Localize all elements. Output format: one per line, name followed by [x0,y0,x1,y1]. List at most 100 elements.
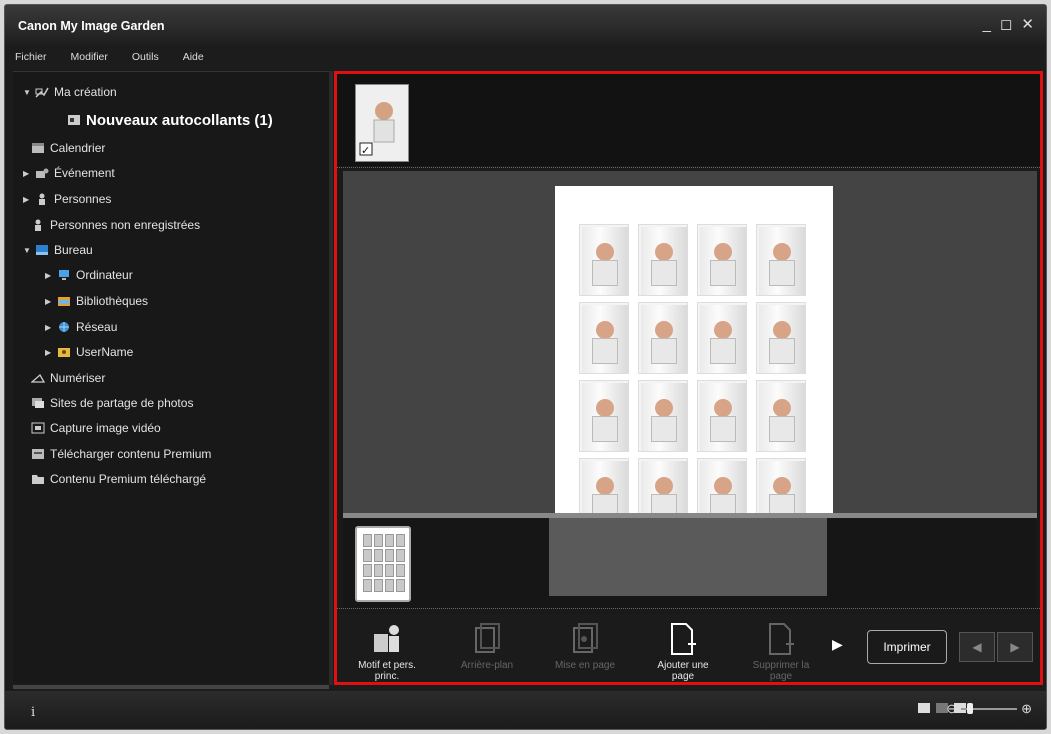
zoom-control: ⊖ ⊕ [946,701,1032,717]
sticker-photo[interactable] [579,302,629,374]
minimize-icon[interactable]: _ [983,17,991,32]
tree-item-nouveaux-autocollants[interactable]: Nouveaux autocollants (1) [67,110,273,130]
status-bar: i ⊖ ⊕ [5,691,1046,729]
previous-page-icon[interactable]: ◀ [959,632,995,662]
ajouter-page-button[interactable]: Ajouter une page [645,614,721,682]
window-controls: _ ◻ ✕ [983,17,1034,32]
item-thumbnail-strip: ✓ [337,74,1040,166]
expand-arrow-icon[interactable]: ▶ [45,348,57,357]
user-folder-icon [58,348,70,357]
library-icon [58,297,70,306]
tree-item-label: Sites de partage de photos [50,396,194,410]
add-page-icon [671,623,696,655]
expand-arrow-icon[interactable]: ▶ [23,169,35,178]
tree-item-evenement[interactable]: ▶ Événement [23,163,115,183]
imprimer-button[interactable]: Imprimer [867,630,947,664]
zoom-in-icon[interactable]: ⊕ [1021,701,1032,717]
sticker-sheet-page[interactable] [555,186,833,530]
tree-item-sites-partage[interactable]: Sites de partage de photos [31,393,193,413]
tree-item-label: Réseau [76,320,118,334]
scan-icon [31,373,45,383]
menu-fichier[interactable]: Fichier [15,51,47,69]
page-thumbnail-strip [343,518,1037,608]
expand-arrow-icon[interactable]: ▶ [45,297,57,306]
sticker-photo[interactable] [756,302,806,374]
tree-item-label: Télécharger contenu Premium [50,447,212,461]
navigation-tree: ▼ Ma création Nouveaux autocollants (1) … [13,71,329,683]
page-strip-scrollbar[interactable] [337,608,1040,610]
expand-arrow-icon[interactable]: ▶ [45,271,57,280]
tree-item-reseau[interactable]: ▶ Réseau [45,317,117,337]
tree-item-label: Événement [54,166,115,180]
strip-scrollbar[interactable] [337,167,1040,169]
sticker-photo[interactable] [579,224,629,296]
close-icon[interactable]: ✕ [1021,17,1034,32]
expand-arrow-icon[interactable]: ▶ [45,323,57,332]
tree-item-personnes-non-enregistrees[interactable]: Personnes non enregistrées [31,215,200,235]
info-icon[interactable]: i [31,705,35,720]
checkbox-icon: ✓ [361,144,370,157]
creation-icon [35,87,49,98]
tree-item-bibliotheques[interactable]: ▶ Bibliothèques [45,291,148,311]
expand-arrow-icon[interactable]: ▼ [23,88,35,97]
tree-item-personnes[interactable]: ▶ Personnes [23,189,111,209]
tree-item-contenu-premium[interactable]: Contenu Premium téléchargé [31,469,206,489]
tree-item-calendrier[interactable]: Calendrier [31,138,105,158]
tree-item-label: Bureau [54,243,93,257]
tree-item-label: Numériser [50,371,106,385]
layout-icon [573,623,598,653]
tree-item-ma-creation[interactable]: ▼ Ma création [23,82,117,102]
tree-item-label: Capture image vidéo [50,421,161,435]
mini-sticker-grid [363,534,405,592]
desktop-icon [36,245,48,255]
bottom-toolbar: Motif et pers. princ. Arrière-plan Mise … [337,614,1040,682]
expand-arrow-icon[interactable]: ▼ [23,246,35,255]
selected-item-thumbnail[interactable]: ✓ [355,84,409,162]
sticker-icon [68,115,80,125]
sticker-photo[interactable] [638,224,688,296]
sticker-photo[interactable] [756,224,806,296]
menu-aide[interactable]: Aide [183,51,204,69]
zoom-slider-thumb[interactable] [967,703,974,714]
next-page-icon[interactable]: ▶ [997,632,1033,662]
more-tools-chevron-icon[interactable]: ▶ [832,636,843,653]
page-thumbnail[interactable] [355,526,411,602]
expand-arrow-icon[interactable]: ▶ [23,195,35,204]
unregistered-person-icon [35,219,41,231]
app-window: Canon My Image Garden _ ◻ ✕ Fichier Modi… [4,4,1047,730]
photo-share-icon [32,398,44,408]
supprimer-page-button[interactable]: Supprimer la page [743,614,819,682]
tree-item-bureau[interactable]: ▼ Bureau [23,240,93,260]
tree-item-username[interactable]: ▶ UserName [45,342,133,362]
computer-icon [59,270,69,280]
sticker-photo[interactable] [756,380,806,452]
preview-canvas [343,171,1037,530]
sticker-photo[interactable] [697,302,747,374]
sticker-photo[interactable] [579,380,629,452]
menu-outils[interactable]: Outils [132,51,159,69]
person-icon [39,193,45,205]
zoom-out-icon[interactable]: ⊖ [946,701,957,717]
panel-splitter[interactable] [329,71,333,685]
sticker-photo[interactable] [697,224,747,296]
mise-en-page-button[interactable]: Mise en page [547,614,623,682]
page-overflow [549,518,827,596]
tree-item-capture-video[interactable]: Capture image vidéo [31,418,161,438]
tree-item-label: Personnes [54,192,112,206]
tree-item-telecharger-premium[interactable]: Télécharger contenu Premium [31,444,211,464]
sidebar-scrollbar[interactable] [13,685,329,689]
network-icon [59,322,69,332]
sticker-photo[interactable] [638,302,688,374]
sticker-photo[interactable] [697,380,747,452]
sticker-photo[interactable] [638,380,688,452]
event-icon [36,168,49,178]
menu-modifier[interactable]: Modifier [71,51,108,69]
maximize-icon[interactable]: ◻ [1000,17,1012,32]
tree-item-label: UserName [76,345,134,359]
tree-item-numeriser[interactable]: Numériser [31,368,105,388]
tree-item-ordinateur[interactable]: ▶ Ordinateur [45,265,133,285]
motif-button[interactable]: Motif et pers. princ. [349,614,425,682]
arriere-plan-button[interactable]: Arrière-plan [449,614,525,682]
zoom-slider[interactable] [961,703,1018,714]
view-single-icon[interactable] [918,703,930,713]
